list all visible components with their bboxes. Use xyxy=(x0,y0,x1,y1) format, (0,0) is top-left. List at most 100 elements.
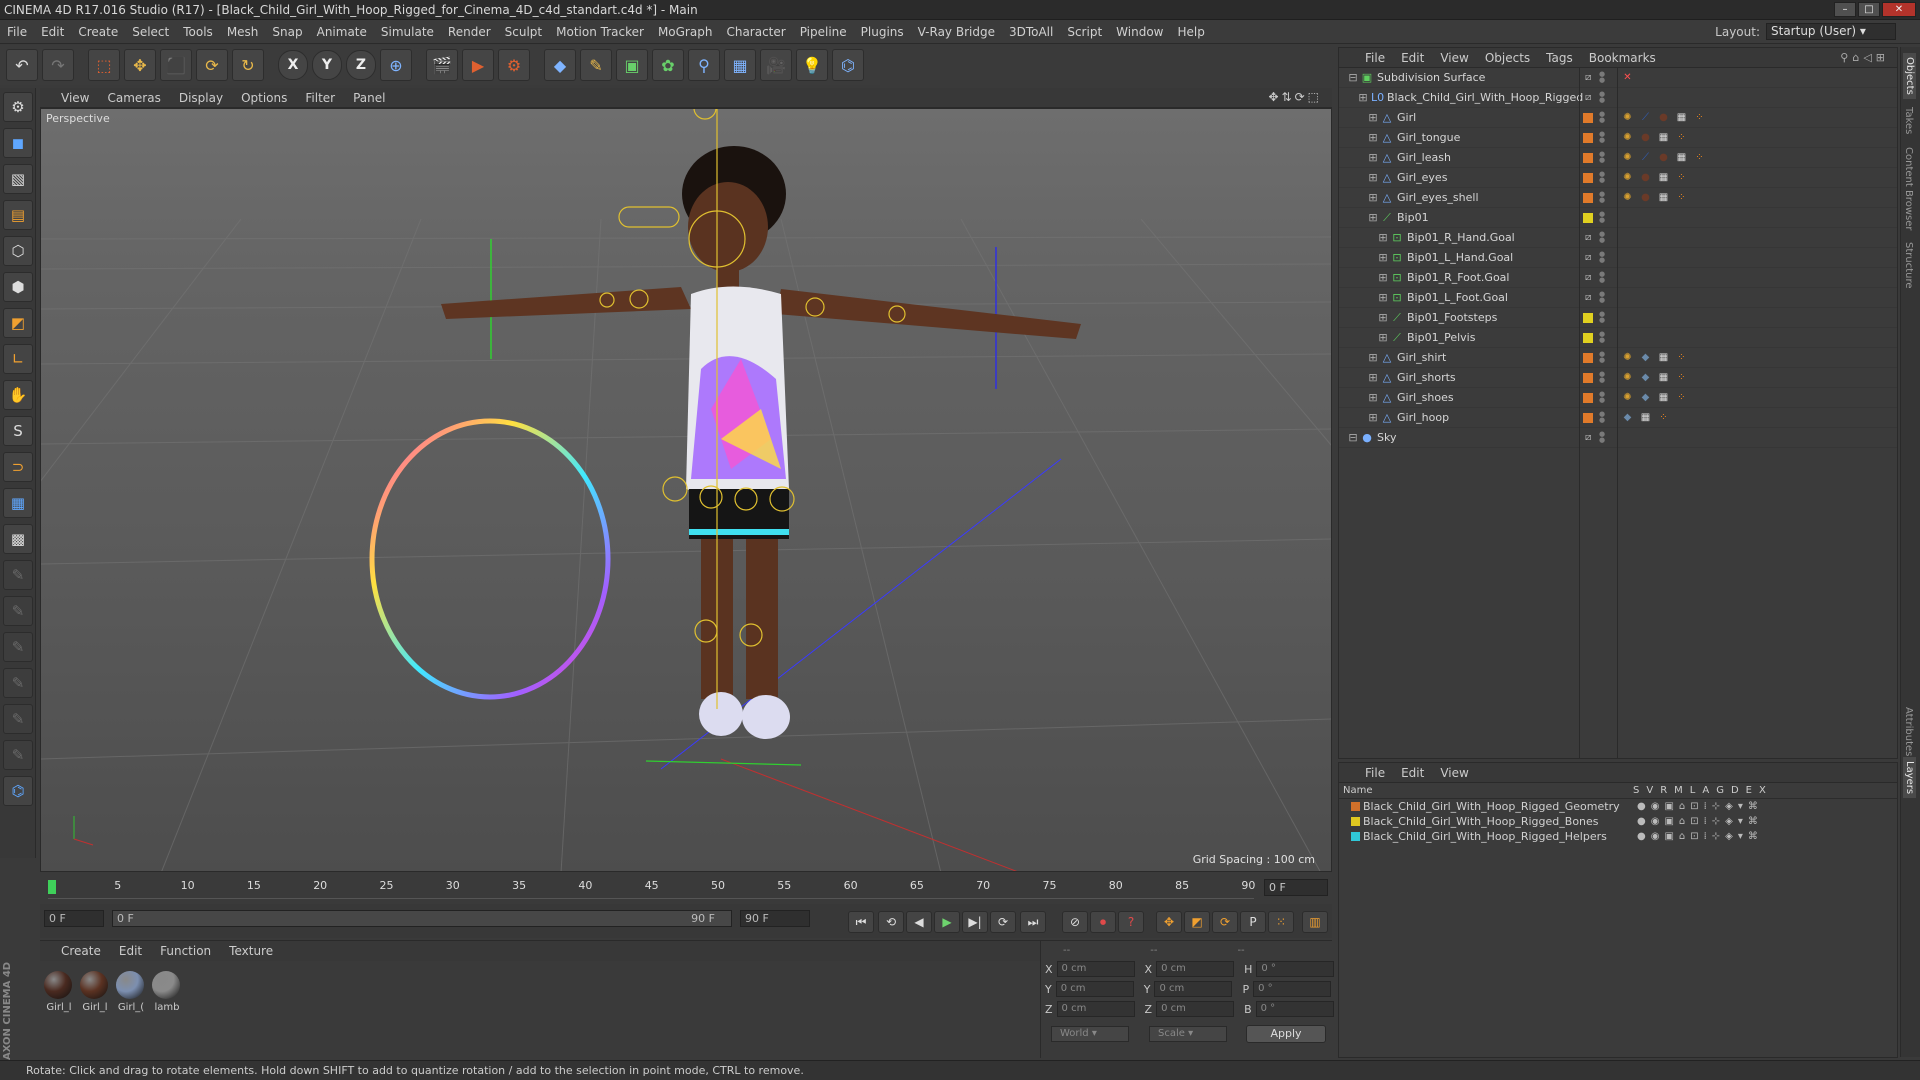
expand-toggle-icon[interactable]: ⊞ xyxy=(1377,328,1389,348)
viewport-menu-options[interactable]: Options xyxy=(234,91,294,105)
tag-icon-m[interactable]: ● xyxy=(1638,131,1653,145)
edges-mode-icon[interactable]: ⬢ xyxy=(3,272,33,302)
layer-color-swatch[interactable] xyxy=(1583,213,1593,223)
texture-mode-icon[interactable]: ▧ xyxy=(3,164,33,194)
tag-icon-p[interactable]: ⁘ xyxy=(1656,411,1671,425)
tag-icon-b[interactable]: ⟋ xyxy=(1638,151,1653,165)
viewport-menu-filter[interactable]: Filter xyxy=(298,91,342,105)
layer-column-a[interactable]: A xyxy=(1702,783,1709,799)
layer-color-swatch[interactable] xyxy=(1583,193,1593,203)
tag-icon-x[interactable]: ✕ xyxy=(1620,71,1635,85)
tweak-mode-icon[interactable]: ✋ xyxy=(3,380,33,410)
layer-toggle-icons[interactable]: ●◉▣⌂⊡⁞⊹◈▾⌘ xyxy=(1637,829,1763,844)
menu-help[interactable]: Help xyxy=(1170,25,1211,39)
menu-mesh[interactable]: Mesh xyxy=(220,25,266,39)
expand-toggle-icon[interactable]: ⊟ xyxy=(1347,428,1359,448)
visibility-dots-icon[interactable]: ● ● xyxy=(1599,191,1605,204)
axis-mode-icon[interactable]: ∟ xyxy=(3,344,33,374)
tag-icon-w[interactable]: ✺ xyxy=(1620,191,1635,205)
coord-value-input[interactable]: 0 cm xyxy=(1156,1001,1235,1017)
redo-icon[interactable]: ↷ xyxy=(42,49,74,81)
points-mode-icon[interactable]: ⬡ xyxy=(3,236,33,266)
snapping-icon[interactable]: S xyxy=(3,416,33,446)
tag-icon-w[interactable]: ✺ xyxy=(1620,111,1635,125)
expand-toggle-icon[interactable]: ⊞ xyxy=(1367,108,1379,128)
layer-color-swatch[interactable] xyxy=(1583,153,1593,163)
recent-tool-icon[interactable]: ↻ xyxy=(232,49,264,81)
menu-mograph[interactable]: MoGraph xyxy=(651,25,720,39)
tag-icon-c[interactable]: ▦ xyxy=(1656,351,1671,365)
pen-spline-icon[interactable]: ✎ xyxy=(580,49,612,81)
layer-row[interactable]: Black_Child_Girl_With_Hoop_Rigged_Bones ●… xyxy=(1339,814,1897,829)
tag-icon-m[interactable]: ● xyxy=(1638,191,1653,205)
menu-create[interactable]: Create xyxy=(71,25,125,39)
menu-tools[interactable]: Tools xyxy=(176,25,220,39)
material-item[interactable]: Girl_( xyxy=(116,971,146,1013)
expand-toggle-icon[interactable]: ⊞ xyxy=(1377,228,1389,248)
expand-toggle-icon[interactable]: ⊞ xyxy=(1367,388,1379,408)
brush-icon-2[interactable]: ✎ xyxy=(3,596,33,626)
menu-simulate[interactable]: Simulate xyxy=(374,25,441,39)
object-row[interactable]: ⊞ △ Girl_eyes_shell ● ● ✺ ● ▦ ⁘ xyxy=(1339,188,1897,208)
coordinate-system-icon[interactable]: ⊕ xyxy=(380,49,412,81)
menu-character[interactable]: Character xyxy=(719,25,792,39)
layout-dropdown[interactable]: Startup (User) ▾ xyxy=(1766,23,1896,40)
expand-toggle-icon[interactable]: ⊞ xyxy=(1367,148,1379,168)
layer-color-swatch[interactable] xyxy=(1583,373,1593,383)
tag-icon-p[interactable]: ⁘ xyxy=(1674,171,1689,185)
expand-toggle-icon[interactable]: ⊞ xyxy=(1377,308,1389,328)
goto-start-button[interactable]: ⏮ xyxy=(848,911,874,933)
coord-value-input[interactable]: 0 cm xyxy=(1056,1001,1135,1017)
menu-3dtoall[interactable]: 3DToAll xyxy=(1002,25,1060,39)
key-rotation-icon[interactable]: ⟳ xyxy=(1212,911,1238,933)
object-row[interactable]: ⊞ ⟋ Bip01_Pelvis ● ● xyxy=(1339,328,1897,348)
expand-toggle-icon[interactable]: ⊞ xyxy=(1377,248,1389,268)
brush-icon-3[interactable]: ✎ xyxy=(3,632,33,662)
tag-icon-w[interactable]: ✺ xyxy=(1620,151,1635,165)
layer-check-icon[interactable]: ⧄ xyxy=(1585,272,1597,284)
menu-render[interactable]: Render xyxy=(441,25,498,39)
object-row[interactable]: ⊞ △ Girl_shirt ● ● ✺ ◆ ▦ ⁘ xyxy=(1339,348,1897,368)
layer-color-swatch[interactable] xyxy=(1583,353,1593,363)
tag-icon-c[interactable]: ▦ xyxy=(1656,171,1671,185)
menu-script[interactable]: Script xyxy=(1060,25,1109,39)
menu-animate[interactable]: Animate xyxy=(310,25,374,39)
coord-value-input[interactable]: 0 ° xyxy=(1256,961,1335,977)
layer-column-m[interactable]: M xyxy=(1674,783,1683,799)
polygons-mode-icon[interactable]: ◩ xyxy=(3,308,33,338)
max-frame-field[interactable]: 90 F xyxy=(740,910,810,927)
layer-column-g[interactable]: G xyxy=(1716,783,1724,799)
material-menu-edit[interactable]: Edit xyxy=(112,944,149,958)
visibility-dots-icon[interactable]: ● ● xyxy=(1599,291,1605,304)
tag-icon-w[interactable]: ✺ xyxy=(1620,391,1635,405)
expand-toggle-icon[interactable]: ⊞ xyxy=(1367,348,1379,368)
light-icon[interactable]: 💡 xyxy=(796,49,828,81)
viewport-menu-display[interactable]: Display xyxy=(172,91,230,105)
objects-menu-tags[interactable]: Tags xyxy=(1540,51,1579,65)
layer-toggle-icons[interactable]: ●◉▣⌂⊡⁞⊹◈▾⌘ xyxy=(1637,814,1763,829)
tag-icon-m[interactable]: ● xyxy=(1656,151,1671,165)
menu-edit[interactable]: Edit xyxy=(34,25,71,39)
tag-icon-p[interactable]: ⁘ xyxy=(1674,371,1689,385)
make-editable-icon[interactable]: ⚙ xyxy=(3,92,33,122)
menu-v-ray-bridge[interactable]: V-Ray Bridge xyxy=(911,25,1002,39)
coord-value-input[interactable]: 0 cm xyxy=(1056,961,1135,977)
material-item[interactable]: Girl_l xyxy=(80,971,110,1013)
tag-icon-s[interactable]: ◆ xyxy=(1638,351,1653,365)
tag-icon-w[interactable]: ✺ xyxy=(1620,371,1635,385)
visibility-dots-icon[interactable]: ● ● xyxy=(1599,431,1605,444)
prev-frame-button[interactable]: ◀ xyxy=(906,911,932,933)
subdivision-surface-icon[interactable]: ▣ xyxy=(616,49,648,81)
python-icon[interactable]: ⌬ xyxy=(832,49,864,81)
record-key-button[interactable]: ⏺ xyxy=(1090,911,1116,933)
objects-menu-view[interactable]: View xyxy=(1434,51,1474,65)
cube-primitive-icon[interactable]: ◆ xyxy=(544,49,576,81)
menu-file[interactable]: File xyxy=(0,25,34,39)
menu-plugins[interactable]: Plugins xyxy=(854,25,911,39)
menu-snap[interactable]: Snap xyxy=(265,25,309,39)
menu-pipeline[interactable]: Pipeline xyxy=(793,25,854,39)
layer-check-icon[interactable]: ⧄ xyxy=(1585,72,1597,84)
motion-path-icon[interactable]: ⊘ xyxy=(1062,911,1088,933)
coord-mode-dropdown[interactable]: World ▾ xyxy=(1051,1026,1129,1042)
timeline-window-icon[interactable]: ▥ xyxy=(1302,911,1328,933)
